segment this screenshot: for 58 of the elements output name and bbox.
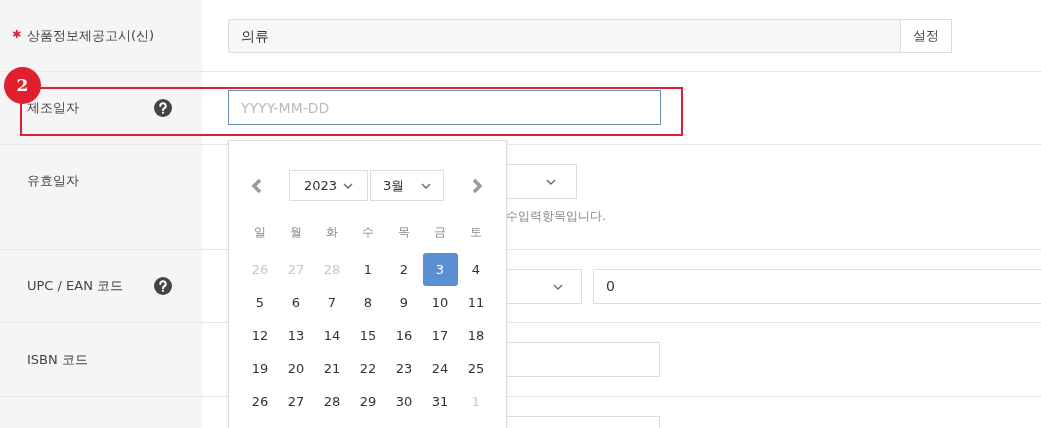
chevron-down-icon <box>421 182 431 189</box>
chevron-left-icon[interactable] <box>251 177 263 194</box>
day-cell[interactable]: 4 <box>458 253 494 286</box>
day-cell[interactable]: 19 <box>242 352 278 385</box>
day-cell[interactable]: 2 <box>386 253 422 286</box>
date-field[interactable]: YYYY-MM-DD <box>228 90 661 125</box>
day-cell[interactable]: 21 <box>314 352 350 385</box>
weekday-label: 토 <box>470 224 482 241</box>
text-field[interactable]: 의류 <box>228 19 901 53</box>
day-cell[interactable]: 7 <box>314 286 350 319</box>
year-select[interactable]: 2023 <box>289 170 368 201</box>
field-label: 상품정보제공고시(신) <box>27 26 155 45</box>
weekday-label: 목 <box>398 224 410 241</box>
day-cell[interactable]: 20 <box>278 352 314 385</box>
weekday-label: 금 <box>434 224 446 241</box>
day-cell[interactable]: 11 <box>458 286 494 319</box>
month-select[interactable]: 3월 <box>370 170 444 201</box>
weekday-label: 수 <box>362 224 374 241</box>
weekday-label: 일 <box>254 224 266 241</box>
day-cell[interactable]: 31 <box>422 385 458 418</box>
day-cell[interactable]: 8 <box>350 286 386 319</box>
chevron-down-icon <box>546 178 556 185</box>
day-cell[interactable]: 1 <box>350 253 386 286</box>
day-cell[interactable]: 9 <box>386 286 422 319</box>
day-cell[interactable]: 29 <box>350 385 386 418</box>
chevron-down-icon <box>343 182 353 189</box>
weekday-label: 월 <box>290 224 302 241</box>
day-cell[interactable]: 12 <box>242 319 278 352</box>
day-cell[interactable]: 18 <box>458 319 494 352</box>
field-label: ISBN 코드 <box>27 350 88 369</box>
day-cell[interactable]: 15 <box>350 319 386 352</box>
day-cell[interactable]: 10 <box>422 286 458 319</box>
day-cell[interactable]: 30 <box>386 385 422 418</box>
day-cell[interactable]: 14 <box>314 319 350 352</box>
settings-button[interactable]: 설정 <box>901 19 952 53</box>
day-cell[interactable]: 28 <box>314 385 350 418</box>
day-cell[interactable]: 6 <box>278 286 314 319</box>
day-cell[interactable]: 23 <box>386 352 422 385</box>
chevron-down-icon <box>553 283 563 290</box>
text-field[interactable] <box>506 342 660 377</box>
day-cell[interactable]: 24 <box>422 352 458 385</box>
required-asterisk: ✱ <box>12 27 22 44</box>
day-cell[interactable]: 26 <box>242 385 278 418</box>
day-cell[interactable]: 25 <box>458 352 494 385</box>
text-field[interactable]: 0 <box>593 269 1041 304</box>
help-icon[interactable] <box>154 99 172 117</box>
day-cell[interactable]: 27 <box>278 385 314 418</box>
weekday-label: 화 <box>326 224 338 241</box>
day-cell[interactable]: 22 <box>350 352 386 385</box>
day-cell[interactable]: 13 <box>278 319 314 352</box>
help-icon[interactable] <box>154 277 172 295</box>
chevron-right-icon[interactable] <box>471 177 483 194</box>
day-cell[interactable]: 17 <box>422 319 458 352</box>
field-label: 유효일자 <box>27 172 79 190</box>
day-cell[interactable]: 16 <box>386 319 422 352</box>
day-cell[interactable]: 5 <box>242 286 278 319</box>
helper-text: 수입력항목입니다. <box>506 208 606 225</box>
field-label: UPC / EAN 코드 <box>27 277 124 296</box>
